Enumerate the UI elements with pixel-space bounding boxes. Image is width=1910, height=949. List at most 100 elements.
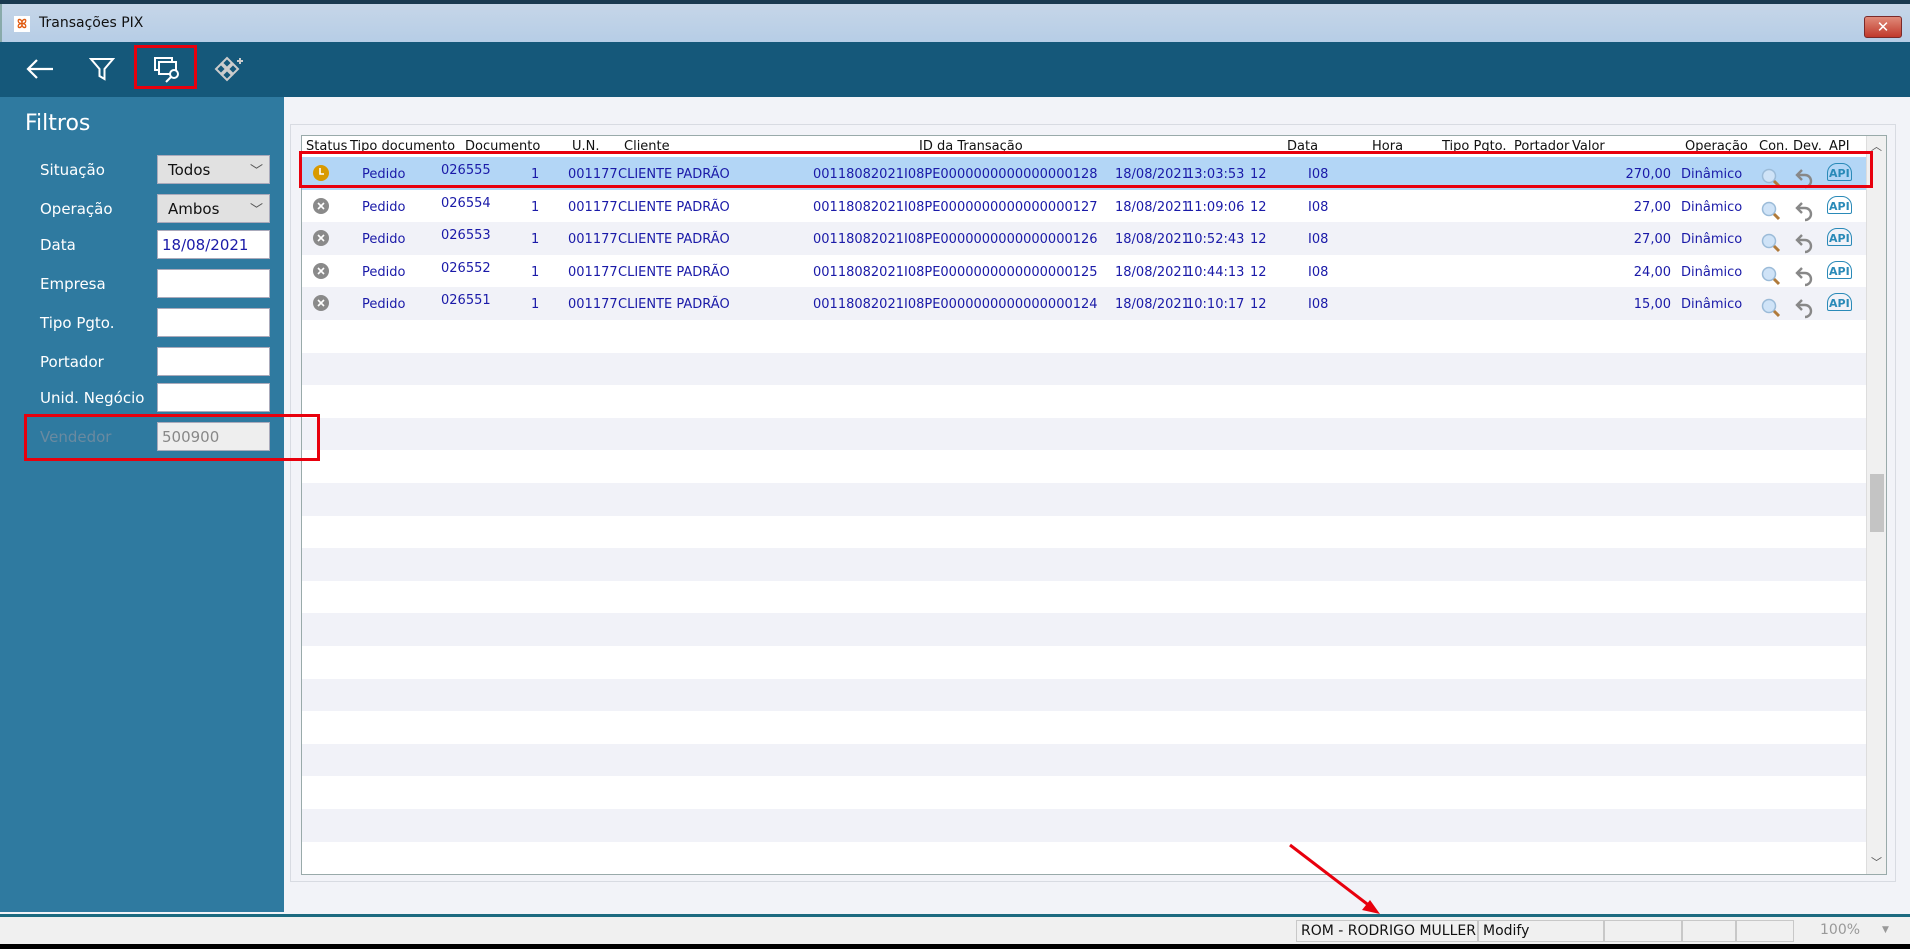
cell-tipo-pgto: 12 [1250,264,1267,280]
empresa-input[interactable] [157,269,270,298]
cell-tipo: Pedido [362,199,406,215]
table-row[interactable]: Pedido 026551 1 001177 CLIENTE PADRÃO 0011808… [302,287,1867,320]
cell-cli-nome: CLIENTE PADRÃO [618,297,730,313]
column-header[interactable]: Status [306,139,347,154]
cell-cli-nome: CLIENTE PADRÃO [618,264,730,280]
column-header[interactable]: U.N. [572,139,600,154]
zoom-dropdown-icon[interactable]: ▼ [1882,925,1889,935]
operacao-select[interactable]: Ambos ﹀ [157,194,270,223]
cell-cli-nome: CLIENTE PADRÃO [618,232,730,248]
cell-cli-cod: 001177 [568,264,618,280]
empty-row [302,483,1867,516]
column-header[interactable]: Con. [1759,139,1788,154]
column-header[interactable]: ID da Transação [919,139,1023,154]
cell-un: 1 [531,297,540,313]
scroll-down-icon[interactable]: ﹀ [1871,854,1882,870]
cell-operacao: Dinâmico [1681,264,1743,280]
cell-data: 18/08/2021 [1115,232,1190,248]
cell-hora: 11:09:06 [1186,199,1245,215]
cell-valor: 27,00 [1633,232,1671,248]
tipo-pgto-label: Tipo Pgto. [40,314,115,332]
filter-portador: Portador [0,347,284,377]
empty-row [302,711,1867,744]
cell-operacao: Dinâmico [1681,232,1743,248]
chevron-down-icon: ﹀ [249,164,263,179]
column-header[interactable]: Tipo documento [350,139,455,154]
cell-id: 00118082021I08PE0000000000000000125 [813,264,1098,280]
cancelled-icon [312,262,330,284]
cell-tipo-pgto: 12 [1250,199,1267,215]
column-header[interactable]: Tipo Pgto. [1442,139,1507,154]
vertical-scrollbar[interactable]: ︿ ﹀ [1866,136,1886,874]
search-windows-button[interactable] [145,50,189,88]
column-header[interactable]: Data [1287,139,1318,154]
column-header[interactable]: Operação [1685,139,1748,154]
filter-button[interactable] [80,50,124,88]
zoom-level[interactable]: 100% [1816,920,1864,942]
empty-row [302,548,1867,581]
empty-row [302,743,1867,777]
empresa-label: Empresa [40,275,106,293]
empty-row [302,581,1867,614]
filters-panel: Filtros Situação Todos ﹀ Operação Ambos ﹀ … [0,97,284,912]
vendedor-input: 500900 [157,422,270,451]
tipo-pgto-input[interactable] [157,308,270,337]
filters-heading: Filtros [25,111,91,136]
table-row[interactable]: Pedido 026555 1 001177 CLIENTE PADRÃO 0011808… [302,157,1867,190]
empty-row [302,678,1867,712]
api-icon[interactable]: API [1827,260,1852,279]
cell-valor: 15,00 [1633,297,1671,313]
column-header[interactable]: Valor [1572,139,1605,154]
cell-doc: 026553 [441,228,491,244]
cell-valor: 270,00 [1625,167,1672,182]
cell-id: 00118082021I08PE0000000000000000126 [813,232,1098,248]
column-header[interactable]: Dev. [1793,139,1822,154]
situacao-label: Situação [40,161,105,179]
situacao-value: Todos [168,161,211,179]
cell-tipo: Pedido [362,297,406,313]
api-icon[interactable]: API [1827,228,1852,247]
cell-portador: I08 [1308,232,1329,248]
empty-row [302,385,1867,418]
cell-hora: 10:44:13 [1186,264,1245,280]
cell-doc: 026551 [441,293,491,309]
scroll-up-icon[interactable]: ︿ [1871,138,1882,154]
column-header[interactable]: Portador [1514,139,1569,154]
cell-operacao: Dinâmico [1681,297,1743,313]
empty-row [302,646,1867,679]
api-icon[interactable]: API [1827,195,1852,214]
data-input[interactable]: 18/08/2021 [157,230,270,259]
table-row[interactable]: Pedido 026554 1 001177 CLIENTE PADRÃO 0011808… [302,190,1867,223]
unid-negocio-input[interactable] [157,383,270,412]
empty-row [302,450,1867,483]
status-mode: Modify [1478,920,1604,942]
close-button[interactable]: ✕ [1864,16,1902,38]
api-icon[interactable]: API [1827,163,1852,181]
back-button[interactable] [18,50,62,88]
cell-tipo-pgto: 12 [1250,232,1267,248]
column-header[interactable]: API [1829,139,1850,154]
cell-id: 00118082021I08PE0000000000000000124 [813,297,1098,313]
portador-input[interactable] [157,347,270,376]
transacoes-pix-window: ꕤ Transações PIX ✕ Filtros Situação Todo… [0,0,1910,944]
column-header[interactable]: Hora [1372,139,1403,154]
portador-label: Portador [40,353,104,371]
column-header[interactable]: Cliente [624,139,670,154]
table-row[interactable]: Pedido 026552 1 001177 CLIENTE PADRÃO 0011808… [302,255,1867,288]
add-modules-button[interactable] [208,50,252,88]
empty-row [302,613,1867,646]
cell-doc: 026555 [441,163,491,178]
cell-cli-nome: CLIENTE PADRÃO [618,167,730,182]
back-icon [26,59,53,79]
status-user: ROM - RODRIGO MULLER [1296,920,1478,942]
api-icon[interactable]: API [1827,293,1852,312]
column-header[interactable]: Documento [465,139,540,154]
cancelled-icon [312,229,330,251]
scrollbar-thumb[interactable] [1870,474,1884,532]
unid-negocio-label: Unid. Negócio [40,389,145,407]
cell-tipo: Pedido [362,264,406,280]
title-bar: ꕤ Transações PIX ✕ [0,4,1910,42]
situacao-select[interactable]: Todos ﹀ [157,155,270,184]
table-row[interactable]: Pedido 026553 1 001177 CLIENTE PADRÃO 0011808… [302,222,1867,255]
cell-tipo: Pedido [362,167,406,182]
